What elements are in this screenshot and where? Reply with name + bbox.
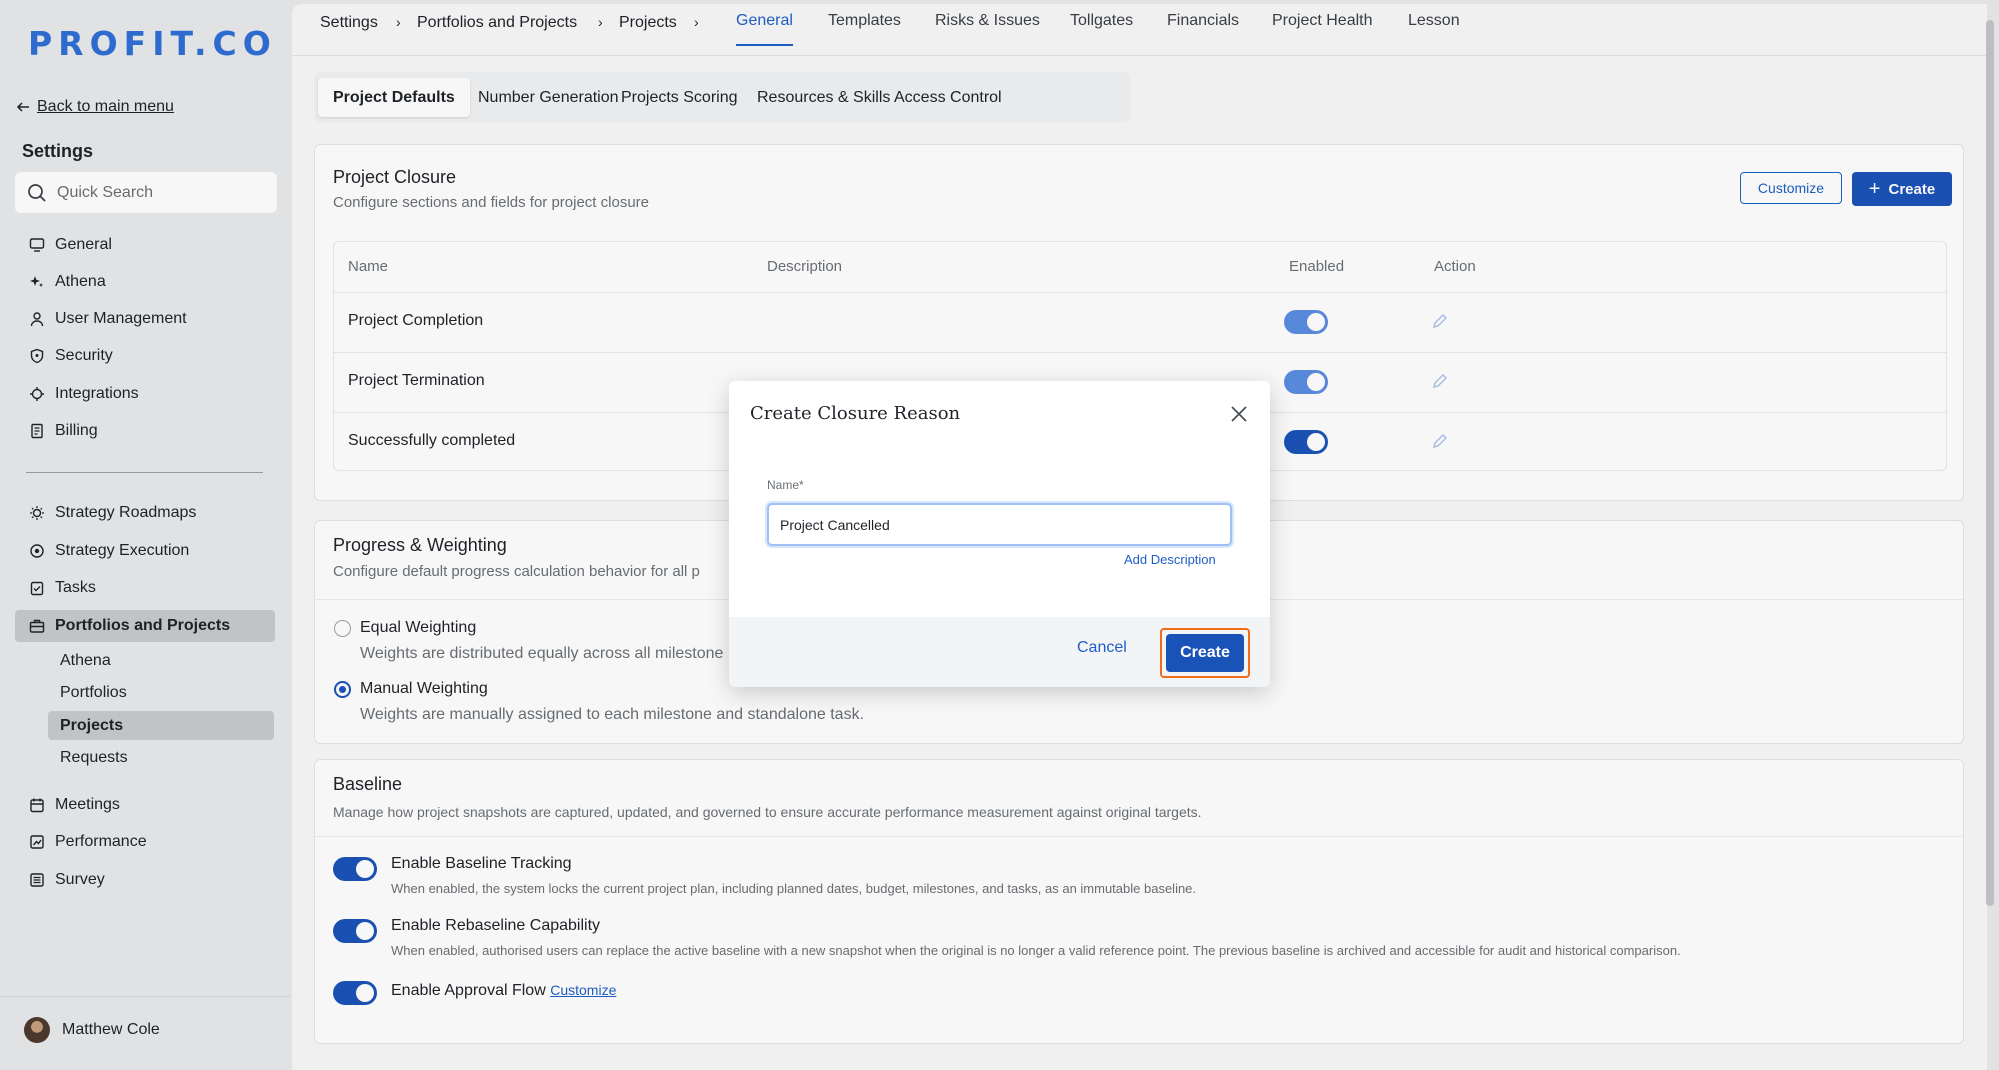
add-description-link[interactable]: Add Description [1124,552,1216,567]
name-input[interactable] [767,503,1232,546]
create-button-highlight: Create [1160,628,1250,678]
create-closure-reason-modal: Create Closure Reason Name* Add Descript… [729,381,1270,687]
name-field-label: Name* [767,478,804,492]
modal-footer: Cancel Create [729,617,1270,687]
modal-create-button[interactable]: Create [1166,634,1244,672]
cancel-button[interactable]: Cancel [1077,639,1127,657]
modal-title: Create Closure Reason [750,403,961,424]
close-icon[interactable] [1228,403,1250,425]
